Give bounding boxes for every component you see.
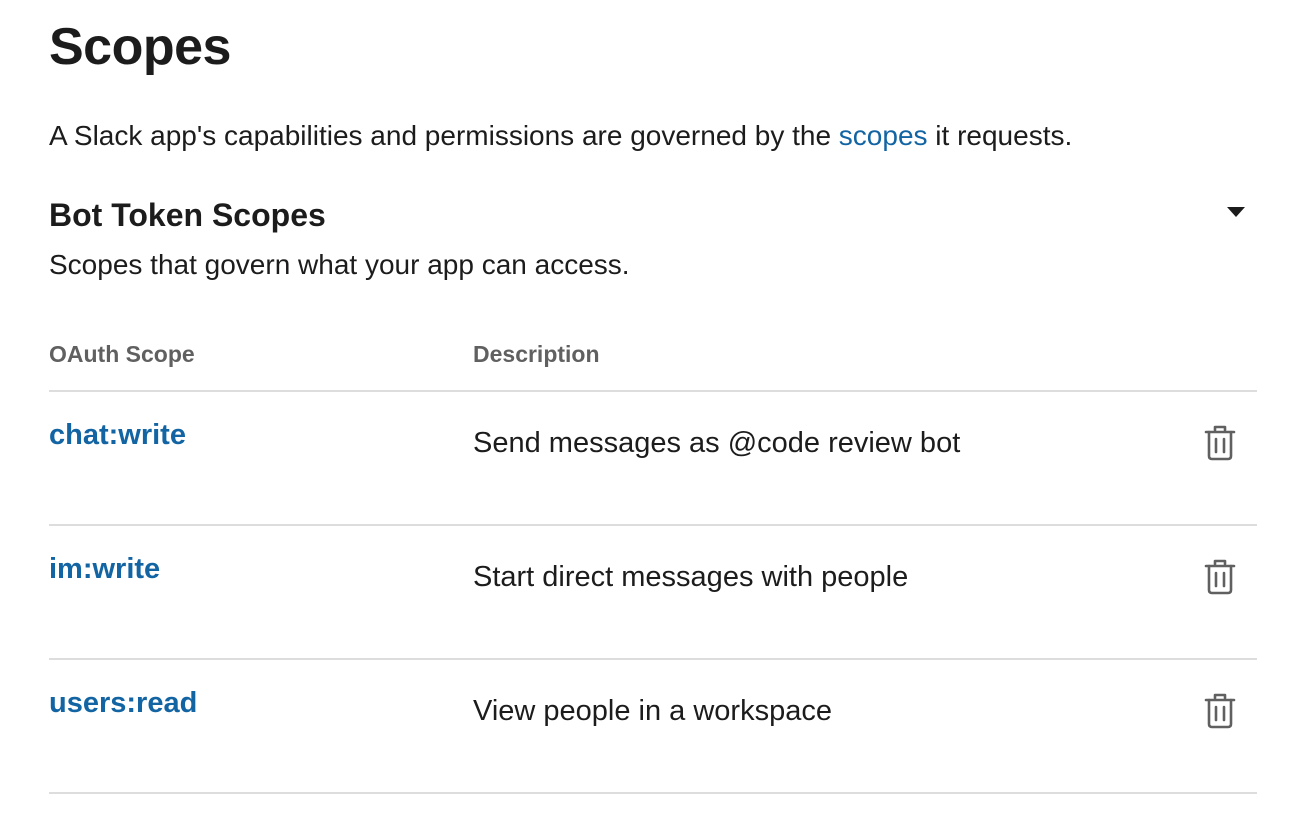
table-row: chat:write Send messages as @code review…	[0, 392, 1296, 524]
scopes-page: Scopes A Slack app's capabilities and pe…	[0, 0, 1296, 816]
row-divider	[49, 792, 1257, 794]
column-header-description: Description	[473, 341, 600, 367]
intro-text: A Slack app's capabilities and permissio…	[49, 116, 1072, 156]
section-subtitle: Scopes that govern what your app can acc…	[49, 249, 630, 280]
intro-text-after: it requests.	[927, 120, 1073, 151]
scope-description: View people in a workspace	[473, 695, 832, 727]
table-row: im:write Start direct messages with peop…	[0, 526, 1296, 658]
scope-description: Send messages as @code review bot	[473, 427, 961, 459]
caret-down-icon	[1227, 207, 1245, 217]
page-title: Scopes	[49, 18, 231, 76]
scope-name-link[interactable]: chat:write	[49, 415, 186, 455]
scopes-link[interactable]: scopes	[839, 120, 928, 151]
remove-scope-button[interactable]	[1201, 690, 1239, 730]
trash-icon	[1204, 425, 1236, 461]
intro-text-before: A Slack app's capabilities and permissio…	[49, 120, 839, 151]
section-collapse-toggle[interactable]	[1220, 200, 1252, 224]
scope-name-link[interactable]: users:read	[49, 683, 197, 723]
section-title: Bot Token Scopes	[49, 197, 326, 233]
trash-icon	[1204, 559, 1236, 595]
remove-scope-button[interactable]	[1201, 556, 1239, 596]
column-header-oauth-scope: OAuth Scope	[49, 341, 195, 367]
remove-scope-button[interactable]	[1201, 422, 1239, 462]
table-row: users:read View people in a workspace	[0, 660, 1296, 792]
scope-description: Start direct messages with people	[473, 561, 909, 593]
trash-icon	[1204, 693, 1236, 729]
scope-name-link[interactable]: im:write	[49, 549, 160, 589]
